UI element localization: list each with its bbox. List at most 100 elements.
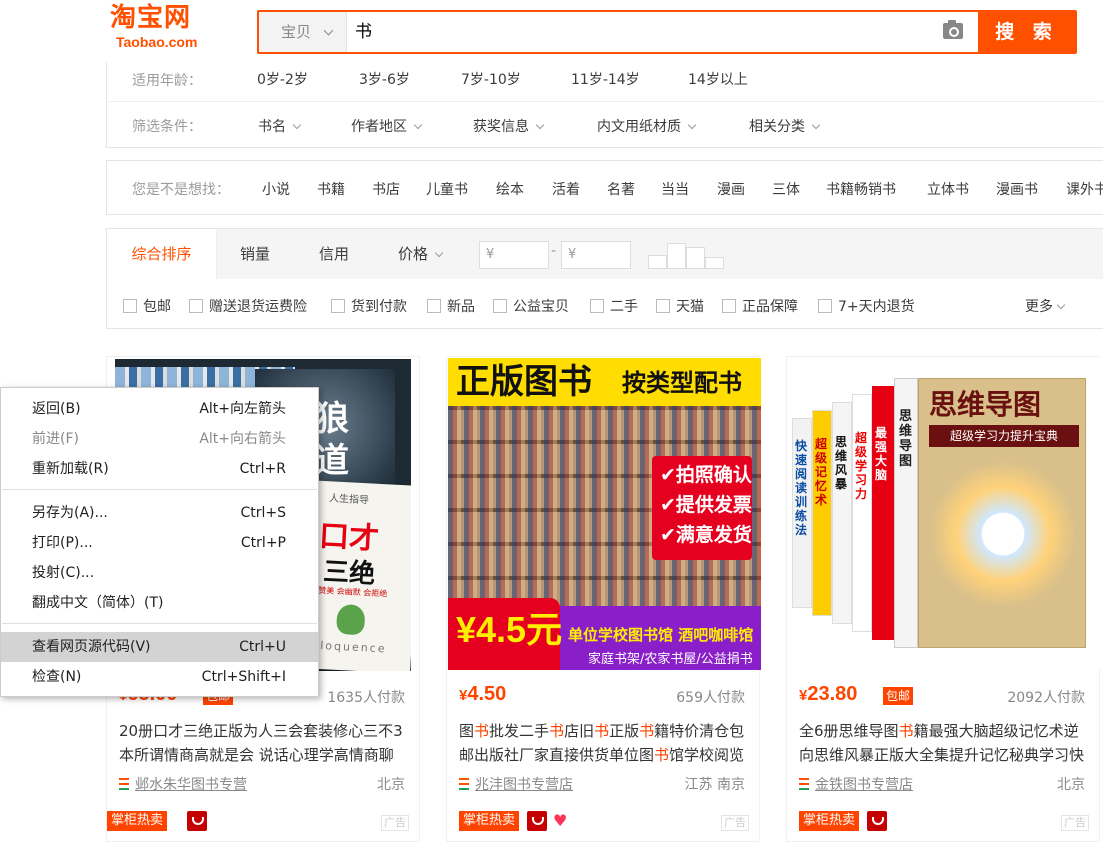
heart-icon: ♥	[553, 811, 568, 830]
condition-dropdown[interactable]: 作者地区	[351, 116, 423, 136]
condition-dropdown[interactable]: 内文用纸材质	[597, 116, 697, 136]
more-filters-button[interactable]: 更多	[1025, 296, 1066, 316]
search-category-select[interactable]: 宝贝	[259, 12, 347, 52]
menu-item-label: 返回(B)	[32, 401, 81, 417]
divider	[107, 101, 1103, 102]
filter-checkbox[interactable]: 二手	[590, 296, 638, 316]
camera-icon[interactable]	[943, 20, 963, 39]
checkbox-label: 正品保障	[742, 299, 798, 315]
chevron-down-icon	[687, 120, 697, 130]
condition-label: 书名	[258, 119, 286, 135]
suggestion-link[interactable]: 漫画书	[996, 179, 1038, 199]
paid-count: 659人付款	[676, 690, 745, 706]
product-card[interactable]: 正版图书 按类型配书 ✔拍照确认 ✔提供发票 ✔满意发货 ¥4.5元 单位学校图…	[446, 356, 761, 842]
menu-item-back[interactable]: 返回(B) Alt+向左箭头	[1, 394, 318, 424]
filter-checkbox[interactable]: 正品保障	[722, 296, 798, 316]
filter-checkbox[interactable]: 赠送退货运费险	[189, 296, 307, 316]
menu-item-shortcut: Alt+向右箭头	[199, 431, 286, 447]
shop-link[interactable]: 兆沣图书专营店	[459, 774, 573, 794]
search-input[interactable]: 书	[347, 12, 977, 52]
checkbox-box	[656, 299, 670, 313]
product-image[interactable]: 正版图书 按类型配书 ✔拍照确认 ✔提供发票 ✔满意发货 ¥4.5元 单位学校图…	[448, 358, 761, 670]
age-option[interactable]: 3岁-6岁	[359, 69, 410, 89]
condition-dropdown[interactable]: 获奖信息	[473, 116, 545, 136]
filter-checkbox[interactable]: 7+天内退货	[818, 296, 915, 316]
product-title[interactable]: 20册口才三绝正版为人三会套装修心三不3本所谓情商高就是会 说话心理学高情商聊	[119, 719, 409, 767]
suggestion-link[interactable]: 儿童书	[426, 179, 468, 199]
menu-item-print[interactable]: 打印(P)... Ctrl+P	[1, 528, 318, 558]
book-cover-english: Eloquence	[311, 638, 387, 656]
paid-count: 1635人付款	[327, 690, 405, 706]
price-min-input[interactable]: ¥	[479, 241, 549, 269]
suggestion-link[interactable]: 当当	[661, 179, 689, 199]
checkbox-label: 赠送退货运费险	[209, 299, 307, 315]
age-option[interactable]: 7岁-10岁	[461, 69, 521, 89]
menu-item-inspect[interactable]: 检查(N) Ctrl+Shift+I	[1, 662, 318, 692]
menu-item-shortcut: Ctrl+P	[240, 535, 286, 551]
filter-checkbox[interactable]: 公益宝贝	[493, 296, 569, 316]
product-title[interactable]: 图书批发二手书店旧书正版书籍特价清仓包邮出版社厂家直接供货单位图书馆学校阅览	[459, 719, 749, 767]
menu-item-label: 翻成中文（简体）(T)	[32, 595, 164, 611]
condition-label: 获奖信息	[473, 119, 529, 135]
suggestion-link[interactable]: 书籍	[317, 179, 345, 199]
menu-item-shortcut: Ctrl+R	[239, 461, 286, 477]
condition-label: 相关分类	[749, 119, 805, 135]
suggestion-link[interactable]: 漫画	[717, 179, 745, 199]
hot-sale-tag: 掌柜热卖	[799, 811, 860, 831]
suggestion-link[interactable]: 立体书	[927, 179, 969, 199]
price-value: 23.80	[807, 683, 858, 705]
menu-item-shortcut: Ctrl+S	[240, 505, 286, 521]
suggestion-link[interactable]: 书籍畅销书	[826, 179, 896, 199]
checkbox-label: 公益宝贝	[513, 299, 569, 315]
menu-item-label: 重新加载(R)	[32, 461, 109, 477]
price-distribution-chart-icon[interactable]	[648, 243, 724, 269]
suggestion-link[interactable]: 活着	[552, 179, 580, 199]
condition-dropdown[interactable]: 相关分类	[749, 116, 821, 136]
menu-item-label: 另存为(A)...	[32, 505, 108, 521]
shop-link[interactable]: 邺水朱华图书专营	[119, 774, 247, 794]
product-image[interactable]: 快速阅读训练法 超级记忆术 思维风暴 超级学习力 最强大脑 思维导图 思维导图 …	[788, 358, 1101, 670]
title-text: 批发二手	[489, 722, 550, 740]
menu-item-shortcut: Alt+向左箭头	[199, 401, 286, 417]
filter-checkbox[interactable]: 新品	[427, 296, 475, 316]
menu-item-label: 投射(C)...	[32, 565, 95, 581]
book-cover-title: 思维导图	[929, 388, 1042, 421]
sort-tab-price[interactable]: 价格	[398, 229, 444, 279]
menu-item-reload[interactable]: 重新加载(R) Ctrl+R	[1, 454, 318, 484]
product-title[interactable]: 全6册思维导图书籍最强大脑超级记忆术逆向思维风暴正版大全集提升记忆秘典学习快	[799, 719, 1089, 767]
menu-item-view-source[interactable]: 查看网页源代码(V) Ctrl+U	[1, 632, 318, 662]
search-button[interactable]: 搜 索	[978, 12, 1075, 52]
sort-tab-credit[interactable]: 信用	[319, 229, 349, 279]
suggestion-link[interactable]: 名著	[607, 179, 635, 199]
book-title-text: 道	[315, 441, 349, 481]
menu-item-forward[interactable]: 前进(F) Alt+向右箭头	[1, 424, 318, 454]
filter-checkbox[interactable]: 包邮	[123, 296, 171, 316]
suggestion-link[interactable]: 课外书	[1066, 179, 1103, 199]
sort-tab-default[interactable]: 综合排序	[107, 229, 217, 279]
product-price: ¥4.50	[459, 683, 506, 706]
filter-checkbox[interactable]: 货到付款	[331, 296, 407, 316]
suggestion-link[interactable]: 小说	[262, 179, 290, 199]
product-location: 北京	[1057, 777, 1085, 793]
price-max-input[interactable]: ¥	[561, 241, 631, 269]
age-option[interactable]: 0岁-2岁	[257, 69, 308, 89]
menu-item-save-as[interactable]: 另存为(A)... Ctrl+S	[1, 498, 318, 528]
title-highlight: 书	[594, 722, 610, 740]
suggestion-link[interactable]: 三体	[772, 179, 800, 199]
filter-checkbox[interactable]: 天猫	[656, 296, 704, 316]
age-option[interactable]: 14岁以上	[688, 69, 748, 89]
sort-tab-sales[interactable]: 销量	[240, 229, 270, 279]
menu-item-translate[interactable]: 翻成中文（简体）(T)	[1, 588, 318, 618]
spine-text: 思维导图	[899, 409, 913, 469]
checkbox-box	[818, 299, 832, 313]
shop-link[interactable]: 金铁图书专营店	[799, 774, 913, 794]
condition-dropdown[interactable]: 书名	[258, 116, 302, 136]
suggestion-link[interactable]: 书店	[372, 179, 400, 199]
age-option[interactable]: 11岁-14岁	[571, 69, 640, 89]
suggestion-link[interactable]: 绘本	[496, 179, 524, 199]
product-card[interactable]: 快速阅读训练法 超级记忆术 思维风暴 超级学习力 最强大脑 思维导图 思维导图 …	[786, 356, 1101, 842]
menu-item-cast[interactable]: 投射(C)...	[1, 558, 318, 588]
promise-line: 满意发货	[675, 524, 752, 546]
taobao-logo[interactable]: 淘宝网 Taobao.com	[110, 2, 228, 56]
usage-text: 单位学校图书馆 酒吧咖啡馆	[568, 626, 754, 644]
